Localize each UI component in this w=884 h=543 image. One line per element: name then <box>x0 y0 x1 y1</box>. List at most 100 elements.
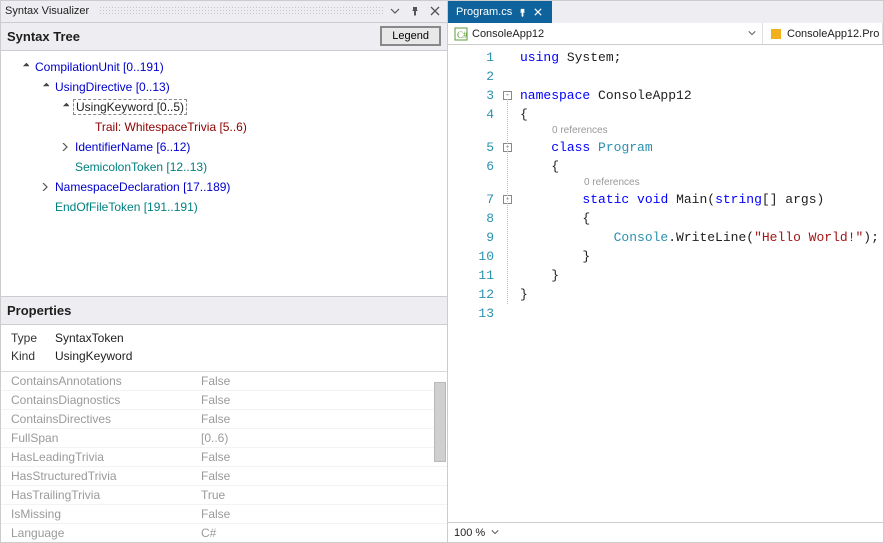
code-line[interactable]: } <box>520 247 883 266</box>
property-row[interactable]: LanguageC# <box>1 524 447 542</box>
codelens-references[interactable]: 0 references <box>584 177 640 188</box>
tree-node[interactable]: IdentifierName [6..12) <box>5 137 443 157</box>
property-row[interactable]: ContainsDirectivesFalse <box>1 410 447 429</box>
tree-node[interactable]: Trail: WhitespaceTrivia [5..6) <box>5 117 443 137</box>
type-dropdown[interactable]: ConsoleApp12.Pro <box>763 23 883 44</box>
line-number: 4 <box>448 105 494 124</box>
legend-button[interactable]: Legend <box>380 26 441 46</box>
property-row[interactable]: HasStructuredTriviaFalse <box>1 467 447 486</box>
code-line[interactable]: using System; <box>520 48 883 67</box>
line-number: 6 <box>448 157 494 176</box>
properties-header: Properties <box>1 297 447 325</box>
line-number: 7 <box>448 190 494 209</box>
codelens-references[interactable]: 0 references <box>552 125 608 136</box>
prop-kind-value: UsingKeyword <box>55 347 132 365</box>
property-row[interactable]: FullSpan[0..6) <box>1 429 447 448</box>
code-line[interactable]: namespace ConsoleApp12 <box>520 86 883 105</box>
editor-pane: Program.cs C# ConsoleApp12 ConsoleApp12.… <box>448 0 884 543</box>
close-icon[interactable] <box>427 3 443 19</box>
navigation-bar: C# ConsoleApp12 ConsoleApp12.Pro <box>448 23 883 45</box>
editor-tab-program[interactable]: Program.cs <box>448 1 552 23</box>
tree-node-label: SemicolonToken [12..13) <box>73 160 209 174</box>
expand-arrow-down-icon[interactable] <box>59 101 71 113</box>
class-icon <box>769 27 783 41</box>
property-value: False <box>201 393 447 407</box>
tree-node-label: UsingKeyword [0..5) <box>73 99 187 115</box>
tree-node[interactable]: EndOfFileToken [191..191) <box>5 197 443 217</box>
project-dropdown-label: ConsoleApp12 <box>472 28 544 40</box>
properties-grid[interactable]: ContainsAnnotationsFalseContainsDiagnost… <box>1 371 447 542</box>
tree-spacer <box>39 201 51 213</box>
tab-label: Program.cs <box>456 6 512 18</box>
tree-node-label: CompilationUnit [0..191) <box>33 60 166 74</box>
property-row[interactable]: ContainsDiagnosticsFalse <box>1 391 447 410</box>
tree-spacer <box>79 121 91 133</box>
tree-node-label: NamespaceDeclaration [17..189) <box>53 180 232 194</box>
scrollbar-thumb[interactable] <box>434 382 446 462</box>
dropdown-icon[interactable] <box>387 3 403 19</box>
zoom-level[interactable]: 100 % <box>454 527 485 539</box>
code-line[interactable]: Console.WriteLine("Hello World!"); <box>520 228 883 247</box>
code-line[interactable]: { <box>520 209 883 228</box>
expand-arrow-down-icon[interactable] <box>39 81 51 93</box>
outlining-margin[interactable]: --- <box>502 48 520 522</box>
tree-node[interactable]: CompilationUnit [0..191) <box>5 57 443 77</box>
expand-arrow-right-icon[interactable] <box>59 141 71 153</box>
code-line[interactable]: { <box>520 105 883 124</box>
titlebar-grip[interactable] <box>99 6 383 16</box>
pin-icon[interactable] <box>516 8 528 17</box>
tool-window-titlebar: Syntax Visualizer <box>1 1 447 23</box>
line-number: 11 <box>448 266 494 285</box>
close-icon[interactable] <box>532 8 544 16</box>
code-text[interactable]: using System;namespace ConsoleApp12{0 re… <box>520 48 883 522</box>
tree-node-label: EndOfFileToken [191..191) <box>53 200 200 214</box>
tree-node[interactable]: SemicolonToken [12..13) <box>5 157 443 177</box>
property-name: HasLeadingTrivia <box>1 450 201 464</box>
code-line[interactable]: } <box>520 285 883 304</box>
editor-tabstrip: Program.cs <box>448 1 883 23</box>
tree-node-label: UsingDirective [0..13) <box>53 80 172 94</box>
line-number: 5 <box>448 138 494 157</box>
tree-node[interactable]: NamespaceDeclaration [17..189) <box>5 177 443 197</box>
expand-arrow-down-icon[interactable] <box>19 61 31 73</box>
chevron-down-icon[interactable] <box>491 527 499 539</box>
code-line[interactable]: { <box>520 157 883 176</box>
prop-type-label: Type <box>11 329 45 347</box>
code-editor[interactable]: 12345678910111213 --- using System;names… <box>448 45 883 522</box>
syntax-tree-title: Syntax Tree <box>7 29 80 44</box>
line-number: 12 <box>448 285 494 304</box>
syntax-tree[interactable]: CompilationUnit [0..191) UsingDirective [… <box>1 51 447 297</box>
line-number: 1 <box>448 48 494 67</box>
property-row[interactable]: ContainsAnnotationsFalse <box>1 372 447 391</box>
property-row[interactable]: HasTrailingTriviaTrue <box>1 486 447 505</box>
code-line[interactable]: } <box>520 266 883 285</box>
code-line[interactable]: static void Main(string[] args) <box>520 190 883 209</box>
property-value: False <box>201 374 447 388</box>
expand-arrow-right-icon[interactable] <box>39 181 51 193</box>
line-number: 10 <box>448 247 494 266</box>
line-number: 13 <box>448 304 494 323</box>
line-number: 3 <box>448 86 494 105</box>
code-line[interactable] <box>520 304 883 323</box>
project-dropdown[interactable]: C# ConsoleApp12 <box>448 23 763 44</box>
type-dropdown-label: ConsoleApp12.Pro <box>787 28 879 40</box>
property-value: C# <box>201 526 447 540</box>
property-value: False <box>201 469 447 483</box>
tree-node-label: Trail: WhitespaceTrivia [5..6) <box>93 120 249 134</box>
property-value: False <box>201 507 447 521</box>
property-value: True <box>201 488 447 502</box>
property-name: HasStructuredTrivia <box>1 469 201 483</box>
pin-icon[interactable] <box>407 3 423 19</box>
property-row[interactable]: HasLeadingTriviaFalse <box>1 448 447 467</box>
properties-title: Properties <box>7 303 71 318</box>
code-line[interactable]: class Program <box>520 138 883 157</box>
syntax-tree-header: Syntax Tree Legend <box>1 23 447 51</box>
code-line[interactable] <box>520 67 883 86</box>
property-value: False <box>201 450 447 464</box>
tree-node[interactable]: UsingDirective [0..13) <box>5 77 443 97</box>
chevron-down-icon <box>748 28 756 40</box>
line-number: 2 <box>448 67 494 86</box>
property-row[interactable]: IsMissingFalse <box>1 505 447 524</box>
property-name: IsMissing <box>1 507 201 521</box>
tree-node[interactable]: UsingKeyword [0..5) <box>5 97 443 117</box>
